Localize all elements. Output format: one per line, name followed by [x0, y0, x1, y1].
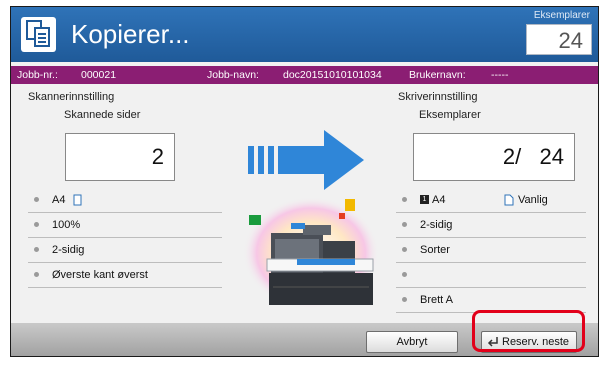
copy-app-icon: [21, 17, 56, 52]
paper-type-icon: [504, 194, 514, 206]
bullet-icon: [34, 247, 39, 252]
bullet-icon: [402, 222, 407, 227]
cancel-button[interactable]: Avbryt: [366, 331, 458, 353]
scan-duplex: 2-sidig: [52, 244, 85, 256]
scan-orientation: Øverste kant øverst: [52, 269, 148, 281]
scan-row-duplex: 2-sidig: [28, 238, 222, 263]
tray-one-icon: 1: [420, 195, 429, 204]
print-collate: Sorter: [420, 244, 450, 256]
scan-paper-size: A4: [52, 194, 66, 206]
print-output-tray: Brett A: [420, 294, 454, 306]
scan-row-zoom: 100%: [28, 213, 222, 238]
scan-settings-title: Skannerinnstilling: [28, 91, 115, 103]
print-paper-size: A4: [432, 194, 446, 206]
portrait-page-icon: [73, 194, 82, 206]
app-title: Kopierer...: [71, 19, 190, 49]
scan-zoom: 100%: [52, 219, 81, 231]
copies-label: Eksemplarer: [533, 10, 590, 21]
paper-type: Vanlig: [518, 194, 548, 206]
bullet-icon: [34, 197, 39, 202]
print-settings-title: Skriverinnstilling: [398, 91, 478, 103]
bullet-icon: [402, 272, 407, 277]
user-name-label: Brukernavn:: [409, 69, 466, 81]
copies-count-field[interactable]: 24: [526, 24, 592, 55]
arrow-right-icon: [248, 130, 364, 190]
bullet-icon: [402, 247, 407, 252]
print-row-empty: [396, 263, 586, 288]
bullet-icon: [34, 272, 39, 277]
scan-row-paper-size: A4: [28, 188, 222, 213]
copies-sub-label: Eksemplarer: [419, 109, 481, 121]
job-info-bar: Jobb-nr.: 000021 Jobb-navn: doc201510101…: [11, 66, 598, 84]
bullet-icon: [402, 297, 407, 302]
printer-machine-icon: [243, 197, 379, 309]
header-bar: Kopierer... Eksemplarer 24: [11, 7, 598, 62]
print-row-collate: Sorter: [396, 238, 586, 263]
print-row-duplex: 2-sidig: [396, 213, 586, 238]
job-name-label: Jobb-navn:: [207, 69, 259, 81]
print-duplex: 2-sidig: [420, 219, 453, 231]
copy-screen: Kopierer... Eksemplarer 24 Jobb-nr.: 000…: [10, 6, 599, 357]
scanned-pages-label: Skannede sider: [64, 109, 141, 121]
scanned-pages-value: 2: [65, 133, 175, 181]
bullet-icon: [34, 222, 39, 227]
job-number-value: 000021: [81, 69, 117, 81]
job-number-label: Jobb-nr.:: [17, 69, 58, 81]
bullet-icon: [402, 197, 407, 202]
scan-row-orientation: Øverste kant øverst: [28, 263, 222, 288]
job-name-value: doc20151010101034: [283, 69, 382, 81]
highlight-frame: [472, 310, 585, 352]
print-row-paper: 1 A4 Vanlig: [396, 188, 586, 213]
settings-panel: Skannerinnstilling Skannede sider 2 A4 1…: [11, 85, 598, 322]
user-name-value: -----: [491, 69, 509, 81]
copies-progress-value: 2/ 24: [413, 133, 575, 181]
